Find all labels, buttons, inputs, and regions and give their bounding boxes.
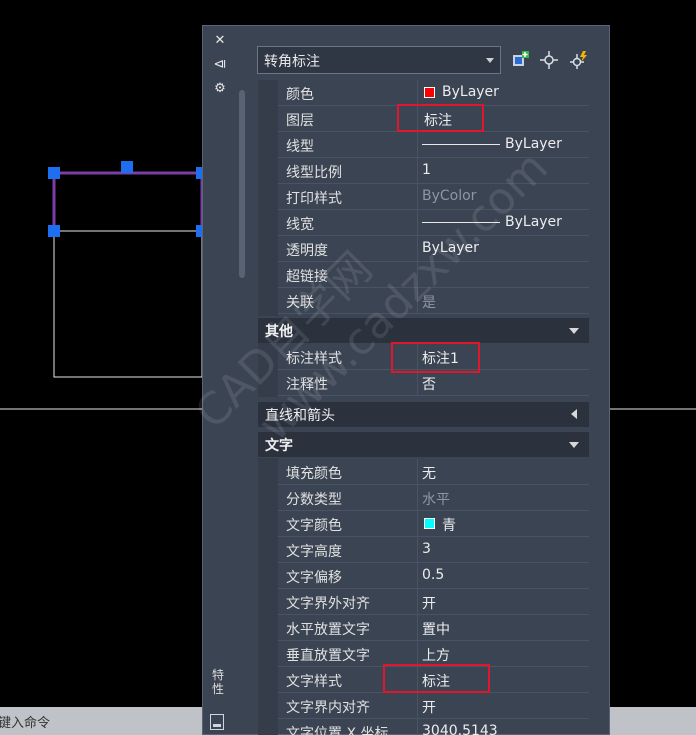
quick-select-icon[interactable] bbox=[568, 49, 590, 71]
prop-row-text-pos-x[interactable]: 文字位置 X 坐标 3040.5143 bbox=[278, 719, 589, 735]
object-type-value: 转角标注 bbox=[264, 54, 320, 70]
color-swatch bbox=[424, 518, 435, 529]
select-objects-icon[interactable] bbox=[510, 49, 532, 71]
prop-row-fill-color[interactable]: 填充颜色 无 bbox=[278, 459, 589, 485]
row-gutter bbox=[258, 80, 278, 316]
grip-top-mid[interactable] bbox=[121, 161, 133, 173]
prop-row-text-outside-align[interactable]: 文字界外对齐 开 bbox=[278, 589, 589, 615]
row-gutter bbox=[258, 458, 278, 735]
object-type-select[interactable]: 转角标注 bbox=[257, 46, 501, 74]
palette-vertical-title: 特性 bbox=[211, 668, 224, 696]
prop-row-text-pos-hor[interactable]: 水平放置文字 置中 bbox=[278, 615, 589, 641]
settings-icon[interactable]: ⚙ bbox=[213, 82, 227, 96]
color-swatch bbox=[424, 87, 435, 98]
prop-row-color[interactable]: 颜色 ByLayer bbox=[278, 80, 589, 106]
palette-bottom-icon[interactable] bbox=[210, 714, 224, 730]
section-text[interactable]: 文字 bbox=[258, 432, 589, 457]
rectangle-shape[interactable] bbox=[53, 230, 203, 378]
prop-row-text-color[interactable]: 文字颜色 青 bbox=[278, 511, 589, 537]
close-icon[interactable]: ✕ bbox=[213, 34, 227, 48]
highlight-box bbox=[391, 342, 480, 373]
chevron-down-icon bbox=[486, 58, 494, 63]
pickadd-icon[interactable] bbox=[538, 49, 560, 71]
grip-top-left[interactable] bbox=[48, 167, 60, 179]
expand-icon bbox=[571, 409, 577, 419]
prop-row-text-offset[interactable]: 文字偏移 0.5 bbox=[278, 563, 589, 589]
grip-bottom-left[interactable] bbox=[48, 225, 60, 237]
collapse-icon bbox=[569, 328, 579, 334]
command-prompt: 键入命令 bbox=[0, 716, 51, 731]
prop-row-text-inside-align[interactable]: 文字界内对齐 开 bbox=[278, 693, 589, 719]
highlight-box bbox=[383, 664, 490, 693]
autohide-icon[interactable]: ⧏ bbox=[213, 58, 227, 72]
prop-row-text-height[interactable]: 文字高度 3 bbox=[278, 537, 589, 563]
collapse-icon bbox=[569, 442, 579, 448]
scrollbar[interactable] bbox=[238, 90, 246, 280]
scroll-thumb[interactable] bbox=[239, 90, 245, 278]
prop-row-fraction-type[interactable]: 分数类型 水平 bbox=[278, 485, 589, 511]
selected-dimension[interactable] bbox=[52, 171, 204, 231]
